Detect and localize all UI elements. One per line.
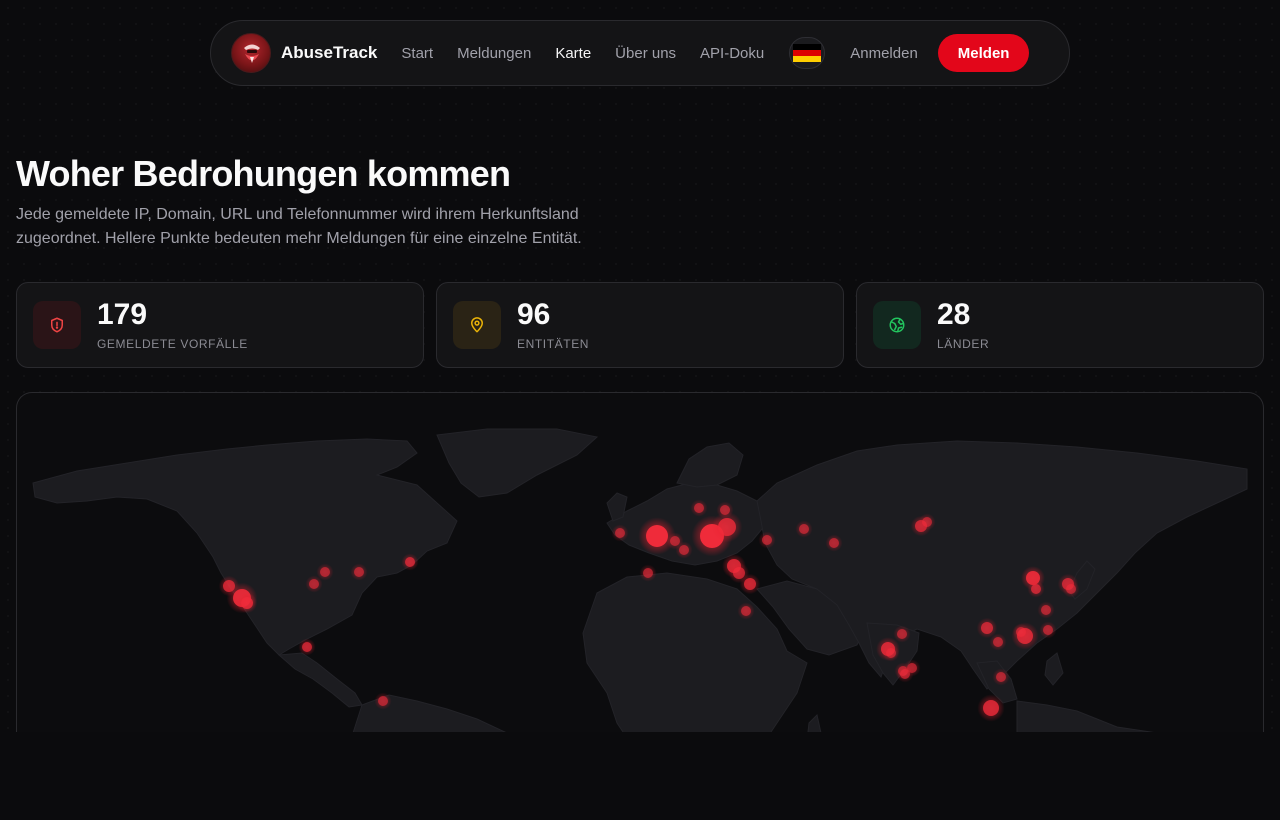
threat-dot[interactable] [405, 557, 415, 567]
threat-dot[interactable] [694, 503, 704, 513]
nav-links: Start Meldungen Karte Über uns API-Doku [401, 45, 788, 62]
map-bottom-mask [0, 732, 1280, 820]
threat-dot[interactable] [302, 642, 312, 652]
stat-label: Gemeldete Vorfälle [97, 337, 248, 351]
stat-label: Länder [937, 337, 990, 351]
shield-alert-icon [33, 301, 81, 349]
threat-dot[interactable] [354, 567, 364, 577]
threat-dot[interactable] [309, 579, 319, 589]
threat-dot[interactable] [886, 648, 896, 658]
signin-link[interactable]: Anmelden [850, 45, 918, 62]
page-title: Woher Bedrohungen kommen [16, 153, 511, 194]
page-subtitle: Jede gemeldete IP, Domain, URL und Telef… [16, 206, 582, 247]
threat-dot[interactable] [762, 535, 772, 545]
threat-dot[interactable] [679, 545, 689, 555]
threat-dot[interactable] [900, 669, 910, 679]
threat-dot[interactable] [241, 597, 253, 609]
brand-logo-icon [244, 44, 260, 63]
threat-dot[interactable] [615, 528, 625, 538]
threat-dot[interactable] [897, 629, 907, 639]
stat-label: Entitäten [517, 337, 590, 351]
brand-logo[interactable] [231, 33, 271, 73]
stat-card-incidents: 179 Gemeldete Vorfälle [16, 282, 424, 368]
language-switcher[interactable] [789, 37, 826, 69]
nav-link-start[interactable]: Start [401, 45, 433, 62]
threat-dot[interactable] [922, 517, 932, 527]
threat-dot[interactable] [996, 672, 1006, 682]
brand-name[interactable]: AbuseTrack [281, 43, 377, 63]
threat-dot[interactable] [981, 622, 993, 634]
stat-card-countries: 28 Länder [856, 282, 1264, 368]
stat-value: 28 [937, 298, 971, 331]
threat-dot[interactable] [829, 538, 839, 548]
threat-dot[interactable] [799, 524, 809, 534]
top-navigation: AbuseTrack Start Meldungen Karte Über un… [210, 20, 1070, 86]
threat-dot[interactable] [744, 578, 756, 590]
nav-link-meldungen[interactable]: Meldungen [457, 45, 531, 62]
map-pin-icon [453, 301, 501, 349]
threat-dot[interactable] [741, 606, 751, 616]
report-button[interactable]: Melden [937, 34, 1030, 72]
threat-dot[interactable] [643, 568, 653, 578]
threat-dot[interactable] [983, 700, 999, 716]
globe-icon [873, 301, 921, 349]
stat-value: 179 [97, 298, 148, 331]
stat-value: 96 [517, 298, 551, 331]
nav-link-karte[interactable]: Karte [555, 45, 591, 62]
threat-dot[interactable] [378, 696, 388, 706]
nav-link-api-doku[interactable]: API-Doku [700, 45, 764, 62]
threat-dot[interactable] [1041, 605, 1051, 615]
threat-dot[interactable] [1043, 625, 1053, 635]
nav-link-ueber-uns[interactable]: Über uns [615, 45, 676, 62]
threat-dot[interactable] [1016, 627, 1026, 637]
threat-dot[interactable] [646, 525, 668, 547]
threat-dot[interactable] [320, 567, 330, 577]
threat-world-map[interactable] [16, 392, 1264, 752]
threat-dot[interactable] [993, 637, 1003, 647]
world-map-svg [32, 428, 1248, 752]
threat-dot[interactable] [1066, 584, 1076, 594]
stat-card-entities: 96 Entitäten [436, 282, 844, 368]
threat-dot[interactable] [718, 518, 736, 536]
flag-germany-icon [793, 44, 822, 62]
threat-dot[interactable] [1031, 584, 1041, 594]
